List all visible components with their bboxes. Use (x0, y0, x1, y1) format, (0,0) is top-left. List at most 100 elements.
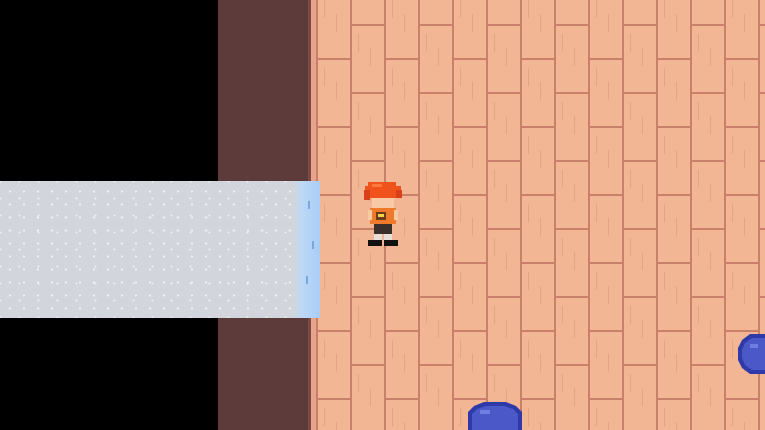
wood-grain (528, 272, 529, 290)
plank-seam (588, 0, 590, 430)
plank-seam (520, 0, 522, 430)
wood-grain (438, 48, 439, 66)
plank-joint (724, 398, 758, 400)
wood-grain (630, 34, 631, 52)
wood-grain (698, 34, 699, 52)
plank-joint (724, 58, 758, 60)
blue-slime-icon[interactable] (462, 398, 526, 430)
plank-joint (554, 24, 588, 26)
plank-joint (588, 262, 622, 264)
wood-grain (562, 102, 563, 120)
plank-joint (554, 92, 588, 94)
plank-joint (384, 330, 418, 332)
plank-joint (690, 92, 724, 94)
wood-grain (710, 388, 711, 406)
wood-grain (698, 170, 699, 188)
plank-joint (656, 398, 690, 400)
wood-grain (744, 14, 745, 32)
game-viewport[interactable] (0, 0, 765, 430)
plank-joint (418, 24, 452, 26)
plank-joint (554, 364, 588, 366)
wood-grain (472, 218, 473, 236)
wood-grain (494, 102, 495, 120)
wood-grain (324, 204, 325, 222)
plank-joint (622, 296, 656, 298)
wood-grain (460, 68, 461, 86)
plank-joint (520, 126, 554, 128)
wood-grain (494, 306, 495, 324)
player-character-icon[interactable] (362, 180, 404, 252)
wood-grain (642, 320, 643, 338)
wood-grain (472, 354, 473, 372)
plank-joint (452, 194, 486, 196)
plank-joint (690, 296, 724, 298)
wood-grain (608, 218, 609, 236)
wood-grain (370, 388, 371, 406)
plank-joint (350, 296, 384, 298)
wood-grain (608, 422, 609, 430)
plank-joint (384, 58, 418, 60)
wood-grain (562, 306, 563, 324)
plank-joint (758, 24, 765, 26)
wood-grain (358, 238, 359, 256)
wood-grain (732, 272, 733, 290)
wood-grain (732, 204, 733, 222)
plank-joint (350, 364, 384, 366)
wood-grain (574, 116, 575, 134)
plank-joint (588, 398, 622, 400)
plank-joint (316, 58, 350, 60)
wood-grain (732, 340, 733, 358)
wood-grain (324, 136, 325, 154)
wood-grain (324, 68, 325, 86)
wood-grain (540, 218, 541, 236)
plank-joint (350, 92, 384, 94)
wood-grain (472, 14, 473, 32)
wood-grain (460, 340, 461, 358)
plank-joint (656, 194, 690, 196)
wood-grain (404, 422, 405, 430)
wood-grain (494, 238, 495, 256)
wood-grain (710, 184, 711, 202)
wood-grain (562, 374, 563, 392)
plank-joint (690, 228, 724, 230)
wood-grain (676, 82, 677, 100)
wood-grain (698, 238, 699, 256)
plank-joint (452, 58, 486, 60)
plank-joint (588, 330, 622, 332)
wood-grain (642, 116, 643, 134)
wood-grain (676, 422, 677, 430)
plank-joint (384, 126, 418, 128)
wood-grain (494, 34, 495, 52)
wood-grain (438, 252, 439, 270)
wood-grain (472, 82, 473, 100)
wood-grain (642, 184, 643, 202)
plank-joint (520, 330, 554, 332)
wood-grain (358, 34, 359, 52)
wood-grain (540, 14, 541, 32)
wood-grain (596, 68, 597, 86)
wood-grain (426, 102, 427, 120)
wood-grain (506, 116, 507, 134)
wood-grain (506, 252, 507, 270)
wood-grain (392, 136, 393, 154)
wood-grain (642, 252, 643, 270)
wood-grain (528, 0, 529, 18)
blue-slime-icon[interactable] (736, 330, 765, 376)
wood-grain (426, 306, 427, 324)
wood-grain (664, 68, 665, 86)
wood-grain (370, 320, 371, 338)
wood-grain (608, 150, 609, 168)
plank-joint (690, 364, 724, 366)
plank-joint (418, 364, 452, 366)
wood-grain (426, 170, 427, 188)
plank-joint (724, 262, 758, 264)
plank-joint (316, 194, 350, 196)
wood-grain (574, 184, 575, 202)
wood-grain (732, 408, 733, 426)
wood-grain (596, 272, 597, 290)
wood-grain (336, 14, 337, 32)
plank-joint (384, 398, 418, 400)
wood-grain (562, 34, 563, 52)
wood-grain (710, 48, 711, 66)
wood-grain (336, 354, 337, 372)
